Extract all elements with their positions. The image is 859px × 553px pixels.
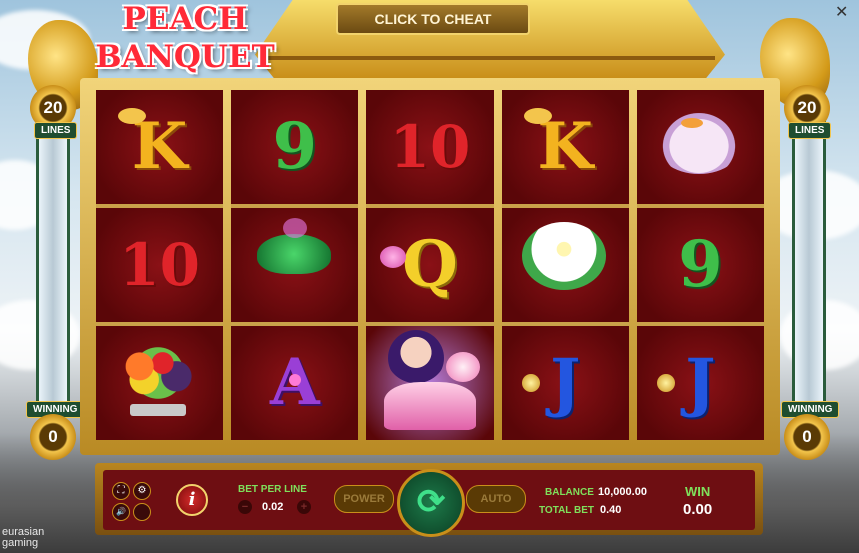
symbol-q: Q: [402, 227, 458, 302]
bet-decrease-button[interactable]: −: [238, 500, 252, 514]
jade-rabbit-icon: [652, 104, 745, 174]
sound-icon[interactable]: 🔊: [112, 503, 130, 521]
right-pillar: [792, 118, 826, 418]
symbol-j: J: [550, 345, 581, 420]
power-button[interactable]: POWER: [334, 485, 394, 513]
symbol-10: 10: [389, 113, 471, 181]
auto-spin-button[interactable]: AUTO: [466, 485, 526, 513]
reel-1: K 10: [96, 90, 224, 440]
reel-cell: [96, 326, 224, 440]
balance-value: 10,000.00: [598, 486, 647, 498]
fullscreen-icon[interactable]: ⛶: [112, 482, 130, 500]
gold-ingot-icon: [523, 108, 552, 124]
bet-per-line-value: 0.02: [262, 501, 284, 513]
reel-4: K J: [501, 90, 629, 440]
reel-3: 10 Q: [366, 90, 494, 440]
game-logo: PEACH BANQUET: [85, 0, 285, 76]
princess-robe-icon: [384, 382, 477, 430]
eurasian-gaming-logo: eurasian gaming: [2, 527, 44, 549]
right-winning-value: 0: [784, 414, 830, 460]
info-button[interactable]: i: [176, 484, 208, 516]
gold-ingot-icon: [118, 108, 146, 124]
brand-line-2: gaming: [2, 537, 39, 549]
reel-cell: K: [501, 90, 629, 204]
gold-cymbal-icon: [656, 374, 675, 392]
left-lines-label: LINES: [34, 122, 78, 139]
right-lines-label: LINES: [788, 122, 832, 139]
reel-grid: K 10 9 A 10 Q: [96, 90, 765, 440]
bet-increase-button[interactable]: +: [297, 500, 311, 514]
symbol-10: 10: [119, 231, 200, 299]
fruit-bowl-icon: [112, 340, 204, 406]
blank-option-icon: [133, 503, 151, 521]
bet-per-line-label: BET PER LINE: [238, 484, 307, 495]
reel-cell: [636, 90, 765, 204]
total-bet-value: 0.40: [600, 504, 622, 516]
reel-cell: [231, 208, 359, 322]
peony-icon: [446, 352, 481, 382]
reel-2: 9 A: [231, 90, 359, 440]
gold-cymbal-icon: [521, 374, 540, 392]
spin-button[interactable]: ⟳: [397, 469, 465, 537]
symbol-j: J: [685, 345, 716, 420]
reel-cell: J: [501, 326, 629, 440]
reel-cell: 10: [366, 90, 494, 204]
reel-cell: [366, 326, 494, 440]
reel-cell: 9: [636, 208, 765, 322]
close-icon[interactable]: ✕: [835, 2, 848, 22]
roof-beam: [265, 56, 715, 60]
bowl-stand-icon: [130, 404, 186, 416]
jade-cup-icon: [257, 234, 332, 274]
left-winning-value: 0: [30, 414, 76, 460]
reel-cell: 9: [231, 90, 359, 204]
symbol-k: K: [537, 109, 594, 184]
rabbit-ribbon-icon: [680, 118, 703, 128]
reel-cell: Q: [366, 208, 494, 322]
symbol-9: 9: [678, 227, 723, 302]
symbol-k: K: [131, 109, 188, 184]
symbol-9: 9: [272, 109, 318, 184]
left-pillar: [36, 118, 70, 418]
total-bet-label: TOTAL BET: [539, 505, 594, 516]
click-to-cheat-button[interactable]: CLICK TO CHEAT: [336, 3, 530, 35]
princess-icon: [388, 330, 445, 386]
logo-line-banquet: BANQUET: [95, 39, 275, 75]
reel-5: 9 J: [636, 90, 765, 440]
logo-line-peach: PEACH: [122, 1, 248, 37]
white-lotus-icon: [521, 222, 606, 290]
settings-gear-icon[interactable]: ⚙: [133, 482, 151, 500]
reel-cell: 10: [96, 208, 224, 322]
reel-cell: [501, 208, 629, 322]
win-label: WIN: [685, 484, 711, 499]
balance-label: BALANCE: [545, 487, 594, 498]
win-value: 0.00: [683, 501, 713, 518]
reel-cell: J: [636, 326, 765, 440]
reel-cell: K: [96, 90, 224, 204]
reel-cell: A: [231, 326, 359, 440]
